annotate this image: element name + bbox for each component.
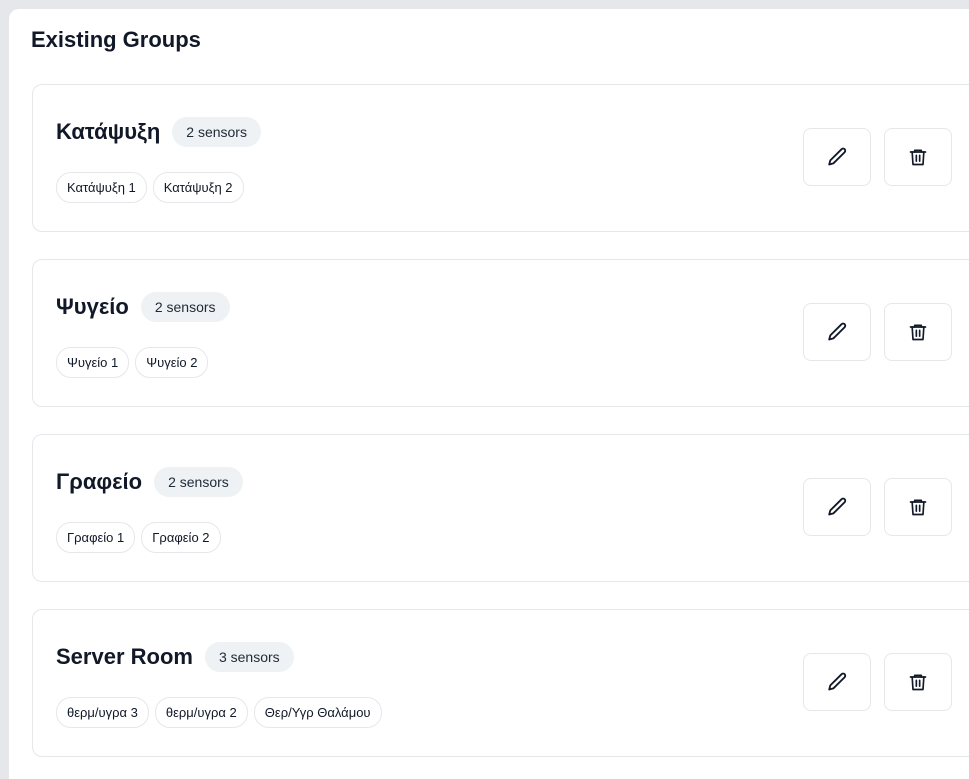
sensor-chip: θερμ/υγρα 3 [56,697,149,728]
group-header: Server Room 3 sensors [56,642,294,672]
sensor-chip: Γραφείο 1 [56,522,136,553]
trash-icon [908,147,928,167]
pencil-icon [826,321,848,343]
edit-group-button[interactable] [803,303,871,361]
group-header: Γραφείο 2 sensors [56,467,243,497]
sensor-count-badge: 3 sensors [204,642,294,672]
group-card: Server Room 3 sensors θερμ/υγρα 3 θερμ/υ… [32,609,969,757]
edit-group-button[interactable] [803,478,871,536]
pencil-icon [826,146,848,168]
pencil-icon [826,496,848,518]
group-name: Server Room [56,644,193,669]
delete-group-button[interactable] [884,653,952,711]
edit-group-button[interactable] [803,653,871,711]
sensor-list: Γραφείο 1 Γραφείο 2 [56,522,221,553]
group-name: Γραφείο [56,469,143,494]
group-header: Κατάψυξη 2 sensors [56,117,261,147]
sensor-chip: Κατάψυξη 2 [152,172,244,203]
group-card: Κατάψυξη 2 sensors Κατάψυξη 1 Κατάψυξη 2 [32,84,969,232]
group-header: Ψυγείο 2 sensors [56,292,230,322]
sensor-chip: Ψυγείο 1 [56,347,130,378]
sensor-list: Κατάψυξη 1 Κατάψυξη 2 [56,172,244,203]
edit-group-button[interactable] [803,128,871,186]
sensor-chip: θερμ/υγρα 2 [154,697,248,728]
sensor-chip: Θερ/Υγρ Θαλάμου [253,697,382,728]
sensor-count-badge: 2 sensors [140,292,230,322]
sensor-chip: Γραφείο 2 [141,522,221,553]
delete-group-button[interactable] [884,478,952,536]
sensor-chip: Κατάψυξη 1 [56,172,147,203]
sensor-list: Ψυγείο 1 Ψυγείο 2 [56,347,209,378]
panel-title: Existing Groups [31,27,201,52]
sensor-list: θερμ/υγρα 3 θερμ/υγρα 2 Θερ/Υγρ Θαλάμου [56,697,382,728]
existing-groups-panel: Existing Groups Κατάψυξη 2 sensors Κατάψ… [9,9,969,779]
group-name: Κατάψυξη [56,119,161,144]
group-card: Ψυγείο 2 sensors Ψυγείο 1 Ψυγείο 2 [32,259,969,407]
group-name: Ψυγείο [56,294,129,319]
sensor-count-badge: 2 sensors [154,467,243,497]
group-card: Γραφείο 2 sensors Γραφείο 1 Γραφείο 2 [32,434,969,582]
trash-icon [908,672,928,692]
delete-group-button[interactable] [884,128,952,186]
trash-icon [908,322,928,342]
sensor-chip: Ψυγείο 2 [135,347,209,378]
trash-icon [908,497,928,517]
pencil-icon [826,671,848,693]
delete-group-button[interactable] [884,303,952,361]
sensor-count-badge: 2 sensors [172,117,261,147]
